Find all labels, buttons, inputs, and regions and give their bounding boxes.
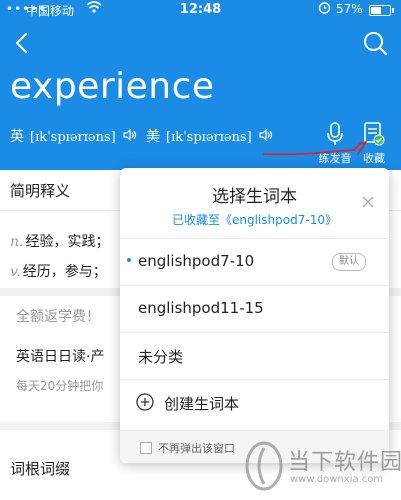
definition-pos: n. (10, 234, 24, 250)
watermark-logo-icon (245, 441, 283, 491)
uk-ipa: [ɪkˈspɪərɪəns] (30, 130, 116, 145)
chevron-left-icon (15, 32, 28, 54)
close-icon (362, 196, 374, 208)
wordbook-name: englishpod7-10 (138, 252, 255, 270)
battery-icon (369, 5, 394, 16)
red-annotation-stroke (263, 141, 367, 156)
watermark: 当下软件园 www.downxia.com (244, 440, 401, 492)
word-header: ••••• 中国移动 12:48 57% experience 英 [ɪkˈspɪ… (0, 0, 401, 170)
wordbook-item-uncategorized[interactable]: 未分类 (120, 332, 389, 379)
ad-title[interactable]: 全额返学费！ (16, 306, 100, 326)
wordbook-picker-popup: 选择生词本 已收藏至《englishpod7-10》 englishpod7-1… (120, 168, 389, 463)
speaker-icon[interactable] (119, 128, 137, 145)
uk-pronunciation[interactable]: 英 [ɪkˈspɪərɪəns] (10, 126, 137, 146)
uk-label: 英 (10, 129, 24, 145)
search-button[interactable] (362, 30, 388, 56)
close-button[interactable] (360, 194, 376, 210)
definition-line: v. 经历，参与； (10, 261, 107, 281)
definition-line: n. 经验，实践； (10, 231, 109, 251)
headword: experience (10, 66, 215, 107)
us-label: 美 (146, 129, 160, 145)
search-icon (364, 32, 388, 56)
us-pronunciation[interactable]: 美 [ɪkˈspɪərɪəns] (146, 126, 273, 146)
watermark-url: www.downxia.com (290, 474, 384, 485)
ad-description: 每天20分钟把你 (16, 379, 104, 393)
wordbook-name: englishpod11-15 (138, 299, 264, 317)
definition-text: 经历，参与； (22, 264, 107, 280)
dont-show-label: 不再弹出该窗口 (158, 442, 235, 455)
wordbook-name: 未分类 (138, 348, 184, 366)
definition-pos: v. (10, 264, 21, 280)
dont-show-checkbox[interactable] (140, 442, 152, 454)
us-ipa: [ɪkˈspɪərɪəns] (166, 130, 252, 145)
wordbook-item-englishpod7-10[interactable]: englishpod7-10 默认 (120, 238, 389, 285)
wordbook-item-englishpod11-15[interactable]: englishpod11-15 (120, 285, 389, 332)
add-circle-icon (136, 393, 154, 411)
popup-saved-to: 已收藏至《englishpod7-10》 (172, 213, 337, 227)
create-wordbook-button[interactable]: 创建生词本 (120, 379, 389, 426)
popup-title: 选择生词本 (212, 187, 297, 207)
selected-dot (127, 258, 131, 262)
create-wordbook-label: 创建生词本 (164, 395, 240, 413)
status-bar: ••••• 中国移动 12:48 57% (0, 0, 401, 20)
definition-text: 经验，实践； (25, 234, 110, 250)
default-badge: 默认 (332, 253, 366, 271)
root-affix-title[interactable]: 词根词缀 (10, 458, 70, 479)
battery-percent: 57% (336, 2, 363, 16)
alarm-icon (318, 1, 331, 17)
back-button[interactable] (10, 30, 36, 56)
watermark-brand: 当下软件园 (288, 450, 401, 475)
ad-subtitle[interactable]: 英语日日读·产 (16, 346, 104, 366)
brief-definition-title[interactable]: 简明释义 (10, 180, 70, 201)
